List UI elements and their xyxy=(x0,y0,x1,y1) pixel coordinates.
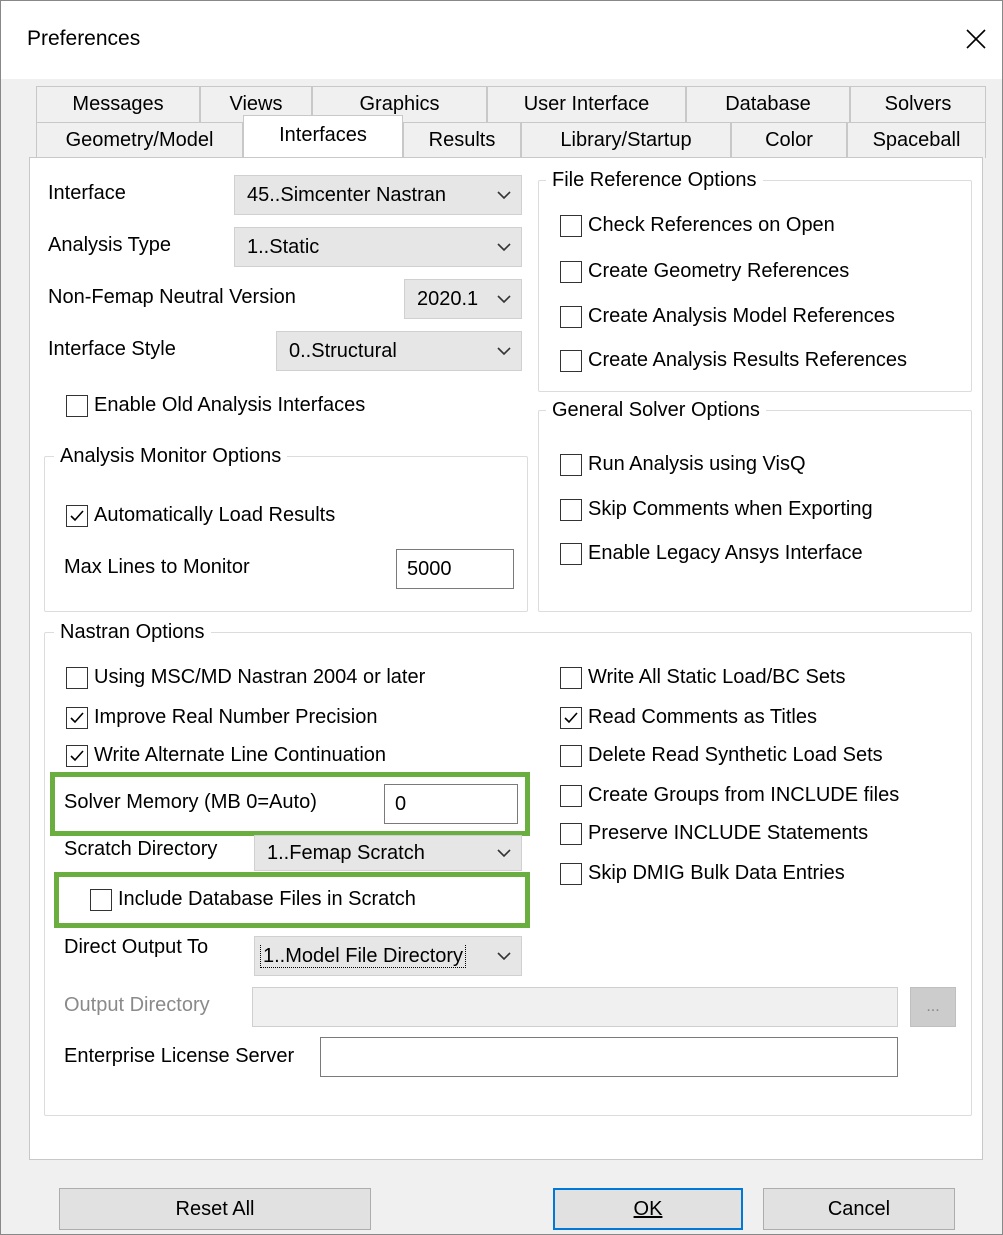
checkbox-box xyxy=(560,542,582,565)
preferences-dialog: Preferences Messages Views Graphics User… xyxy=(0,0,1003,1235)
interface-label: Interface xyxy=(48,182,126,204)
write-alternate-continuation-checkbox[interactable]: Write Alternate Line Continuation xyxy=(66,744,386,767)
checkbox-box xyxy=(560,349,582,372)
file-reference-title: File Reference Options xyxy=(546,169,763,192)
checkmark-icon xyxy=(564,711,578,723)
improve-precision-checkbox[interactable]: Improve Real Number Precision xyxy=(66,706,377,729)
write-all-static-checkbox[interactable]: Write All Static Load/BC Sets xyxy=(560,666,846,689)
tab-user-interface[interactable]: User Interface xyxy=(487,86,686,122)
tab-library-startup[interactable]: Library/Startup xyxy=(521,122,731,158)
checkbox-box xyxy=(560,214,582,237)
close-icon xyxy=(966,29,986,49)
checkbox-box xyxy=(560,498,582,521)
browse-output-button[interactable]: ... xyxy=(910,987,956,1027)
interface-select[interactable]: 45..Simcenter Nastran xyxy=(234,175,522,215)
tab-database[interactable]: Database xyxy=(686,86,850,122)
max-lines-label: Max Lines to Monitor xyxy=(64,556,250,578)
license-server-input[interactable] xyxy=(320,1037,898,1077)
checkmark-icon xyxy=(70,749,84,761)
chevron-down-icon xyxy=(487,346,521,356)
scratch-directory-select[interactable]: 1..Femap Scratch xyxy=(254,835,522,871)
tab-spaceball[interactable]: Spaceball xyxy=(847,122,986,158)
create-results-references-checkbox[interactable]: Create Analysis Results References xyxy=(560,349,907,372)
chevron-down-icon xyxy=(487,294,521,304)
max-lines-input[interactable]: 5000 xyxy=(396,549,514,589)
read-comments-titles-checkbox[interactable]: Read Comments as Titles xyxy=(560,706,817,729)
create-groups-include-checkbox[interactable]: Create Groups from INCLUDE files xyxy=(560,784,899,807)
checkbox-box xyxy=(66,706,88,729)
nastran-options-title: Nastran Options xyxy=(54,621,211,644)
output-directory-label: Output Directory xyxy=(64,994,210,1016)
checkmark-icon xyxy=(70,509,84,521)
window-title: Preferences xyxy=(27,27,141,50)
scratch-directory-label: Scratch Directory xyxy=(64,838,218,860)
checkbox-box xyxy=(560,453,582,476)
chevron-down-icon xyxy=(487,242,521,252)
tab-color[interactable]: Color xyxy=(731,122,847,158)
ok-button[interactable]: OK xyxy=(553,1188,743,1230)
output-directory-input[interactable] xyxy=(252,987,898,1027)
tab-interfaces[interactable]: Interfaces xyxy=(243,115,403,157)
tab-messages[interactable]: Messages xyxy=(36,86,200,122)
checkbox-box xyxy=(560,260,582,283)
checkbox-box xyxy=(66,504,88,527)
license-server-label: Enterprise License Server xyxy=(64,1045,295,1067)
checkbox-box xyxy=(66,744,88,767)
preserve-include-checkbox[interactable]: Preserve INCLUDE Statements xyxy=(560,822,868,845)
run-analysis-visq-checkbox[interactable]: Run Analysis using VisQ xyxy=(560,453,806,476)
checkbox-box xyxy=(560,822,582,845)
general-solver-title: General Solver Options xyxy=(546,399,766,422)
solver-memory-input[interactable]: 0 xyxy=(384,784,518,824)
tab-solvers[interactable]: Solvers xyxy=(850,86,986,122)
analysis-monitor-title: Analysis Monitor Options xyxy=(54,445,288,468)
chevron-down-icon xyxy=(487,190,521,200)
solver-memory-label: Solver Memory (MB 0=Auto) xyxy=(64,791,317,813)
direct-output-select[interactable]: 1..Model File Directory xyxy=(254,936,522,976)
tab-geometry-model[interactable]: Geometry/Model xyxy=(36,122,243,158)
auto-load-results-checkbox[interactable]: Automatically Load Results xyxy=(66,504,335,527)
neutral-version-select[interactable]: 2020.1 xyxy=(404,279,522,319)
create-geometry-references-checkbox[interactable]: Create Geometry References xyxy=(560,260,849,283)
interface-style-label: Interface Style xyxy=(48,338,176,360)
checkmark-icon xyxy=(70,711,84,723)
direct-output-label: Direct Output To xyxy=(64,936,209,958)
check-references-checkbox[interactable]: Check References on Open xyxy=(560,214,835,237)
checkbox-box xyxy=(560,706,582,729)
analysis-type-label: Analysis Type xyxy=(48,234,172,256)
checkbox-box xyxy=(90,888,112,911)
interface-style-select[interactable]: 0..Structural xyxy=(276,331,522,371)
chevron-down-icon xyxy=(487,848,521,858)
chevron-down-icon xyxy=(487,951,521,961)
delete-synthetic-load-checkbox[interactable]: Delete Read Synthetic Load Sets xyxy=(560,744,883,767)
checkbox-box xyxy=(560,744,582,767)
legacy-ansys-checkbox[interactable]: Enable Legacy Ansys Interface xyxy=(560,542,863,565)
interfaces-panel: Interface 45..Simcenter Nastran Analysis… xyxy=(29,157,983,1160)
title-bar: Preferences xyxy=(1,1,1002,79)
reset-all-button[interactable]: Reset All xyxy=(59,1188,371,1230)
enable-old-interfaces-checkbox[interactable]: Enable Old Analysis Interfaces xyxy=(66,394,365,417)
checkbox-box xyxy=(560,666,582,689)
checkbox-box xyxy=(560,784,582,807)
checkbox-box xyxy=(560,862,582,885)
analysis-type-select[interactable]: 1..Static xyxy=(234,227,522,267)
checkbox-box xyxy=(560,305,582,328)
skip-dmig-checkbox[interactable]: Skip DMIG Bulk Data Entries xyxy=(560,862,845,885)
cancel-button[interactable]: Cancel xyxy=(763,1188,955,1230)
tab-results[interactable]: Results xyxy=(403,122,521,158)
using-msc-nastran-checkbox[interactable]: Using MSC/MD Nastran 2004 or later xyxy=(66,666,425,689)
skip-comments-checkbox[interactable]: Skip Comments when Exporting xyxy=(560,498,873,521)
checkbox-box xyxy=(66,394,88,417)
close-button[interactable] xyxy=(956,19,996,59)
checkbox-box xyxy=(66,666,88,689)
create-model-references-checkbox[interactable]: Create Analysis Model References xyxy=(560,305,895,328)
include-database-checkbox[interactable]: Include Database Files in Scratch xyxy=(90,888,416,911)
neutral-version-label: Non-Femap Neutral Version xyxy=(48,286,296,308)
